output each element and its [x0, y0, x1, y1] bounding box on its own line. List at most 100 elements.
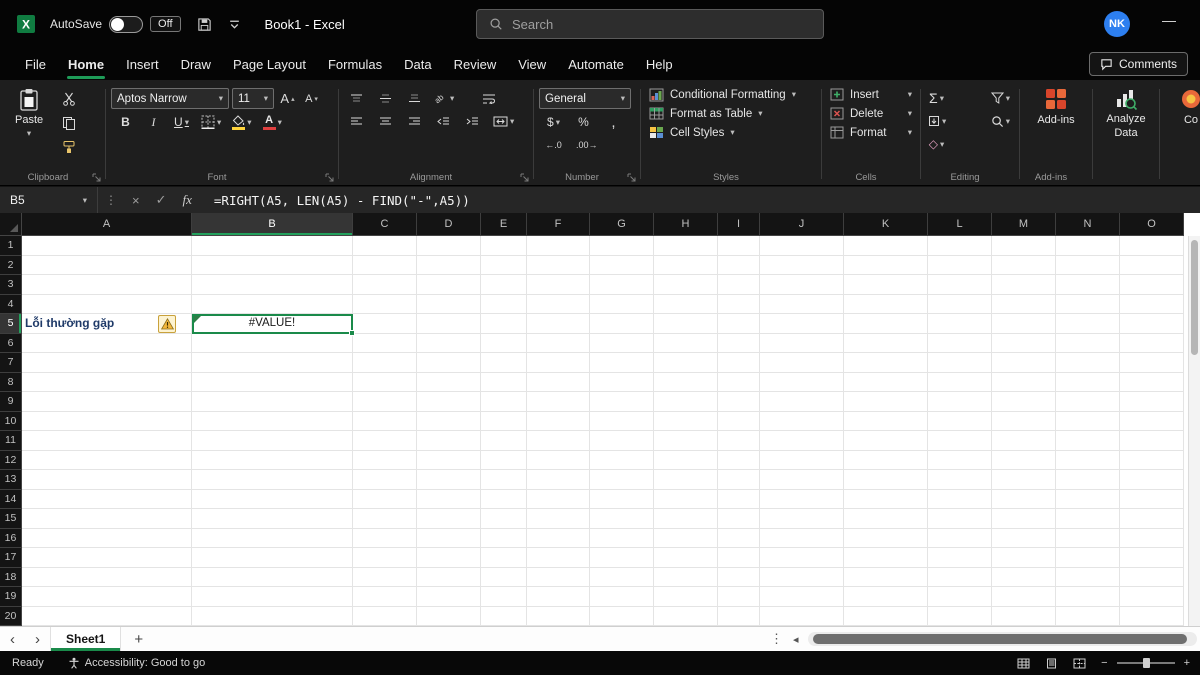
shrink-font-button[interactable]: A▾	[301, 89, 322, 109]
alignment-dialog-launcher[interactable]	[520, 173, 529, 182]
cell-J20[interactable]	[760, 607, 844, 627]
cell-E8[interactable]	[481, 373, 527, 393]
cell-J8[interactable]	[760, 373, 844, 393]
cell-M6[interactable]	[992, 334, 1056, 354]
hscroll-left-arrow[interactable]: ◂	[793, 633, 799, 646]
cell-H12[interactable]	[654, 451, 718, 471]
horizontal-scrollbar[interactable]	[808, 632, 1197, 646]
column-header-C[interactable]: C	[353, 213, 417, 236]
cell-O12[interactable]	[1120, 451, 1184, 471]
menu-item-automate[interactable]: Automate	[557, 51, 635, 78]
cell-M3[interactable]	[992, 275, 1056, 295]
cell-B15[interactable]	[192, 509, 353, 529]
cell-B2[interactable]	[192, 256, 353, 276]
cell-I9[interactable]	[718, 392, 760, 412]
cell-C1[interactable]	[353, 236, 417, 256]
cell-F7[interactable]	[527, 353, 590, 373]
column-header-I[interactable]: I	[718, 213, 760, 236]
font-dialog-launcher[interactable]	[325, 173, 334, 182]
enter-button[interactable]: ✓	[148, 192, 175, 208]
cell-A4[interactable]	[22, 295, 192, 315]
insert-function-button[interactable]: fx	[175, 192, 200, 208]
cell-N10[interactable]	[1056, 412, 1120, 432]
number-format-combo[interactable]: General▾	[539, 88, 631, 109]
cell-E16[interactable]	[481, 529, 527, 549]
cell-E19[interactable]	[481, 587, 527, 607]
column-header-D[interactable]: D	[417, 213, 481, 236]
autosum-button[interactable]: Σ▾	[926, 88, 947, 108]
cell-G8[interactable]	[590, 373, 654, 393]
cell-L15[interactable]	[928, 509, 992, 529]
cell-B16[interactable]	[192, 529, 353, 549]
cell-F20[interactable]	[527, 607, 590, 627]
save-button[interactable]	[197, 17, 212, 32]
cell-O5[interactable]	[1120, 314, 1184, 334]
cell-O8[interactable]	[1120, 373, 1184, 393]
column-header-B[interactable]: B	[192, 213, 353, 236]
cell-K16[interactable]	[844, 529, 928, 549]
column-header-O[interactable]: O	[1120, 213, 1184, 236]
cell-F16[interactable]	[527, 529, 590, 549]
cell-C5[interactable]	[353, 314, 417, 334]
cell-J12[interactable]	[760, 451, 844, 471]
cell-I12[interactable]	[718, 451, 760, 471]
cell-A16[interactable]	[22, 529, 192, 549]
delete-cells-button[interactable]: Delete▾	[827, 104, 915, 123]
cell-K14[interactable]	[844, 490, 928, 510]
column-header-A[interactable]: A	[22, 213, 192, 236]
cell-N12[interactable]	[1056, 451, 1120, 471]
menu-item-page-layout[interactable]: Page Layout	[222, 51, 317, 78]
align-bottom-button[interactable]	[404, 88, 425, 108]
cell-K15[interactable]	[844, 509, 928, 529]
align-center-button[interactable]	[375, 111, 396, 131]
increase-indent-button[interactable]	[462, 111, 483, 131]
cell-K7[interactable]	[844, 353, 928, 373]
cell-D6[interactable]	[417, 334, 481, 354]
cell-L19[interactable]	[928, 587, 992, 607]
format-as-table-button[interactable]: Format as Table▾	[646, 104, 816, 123]
copy-button[interactable]	[58, 113, 79, 133]
cell-C2[interactable]	[353, 256, 417, 276]
cell-H5[interactable]	[654, 314, 718, 334]
cell-G1[interactable]	[590, 236, 654, 256]
cell-E12[interactable]	[481, 451, 527, 471]
cell-D13[interactable]	[417, 470, 481, 490]
cell-N11[interactable]	[1056, 431, 1120, 451]
cell-J19[interactable]	[760, 587, 844, 607]
decrease-decimal-button[interactable]: .00→	[574, 135, 600, 155]
cell-E14[interactable]	[481, 490, 527, 510]
cell-B6[interactable]	[192, 334, 353, 354]
cell-E2[interactable]	[481, 256, 527, 276]
cell-H11[interactable]	[654, 431, 718, 451]
cell-G13[interactable]	[590, 470, 654, 490]
cell-N9[interactable]	[1056, 392, 1120, 412]
row-header-7[interactable]: 7	[0, 353, 22, 373]
cell-N13[interactable]	[1056, 470, 1120, 490]
cell-O4[interactable]	[1120, 295, 1184, 315]
cell-E13[interactable]	[481, 470, 527, 490]
cell-B8[interactable]	[192, 373, 353, 393]
autosave-toggle[interactable]	[109, 16, 143, 33]
cell-C4[interactable]	[353, 295, 417, 315]
menu-item-file[interactable]: File	[14, 51, 57, 78]
cell-I15[interactable]	[718, 509, 760, 529]
cell-J6[interactable]	[760, 334, 844, 354]
row-header-14[interactable]: 14	[0, 490, 22, 510]
decrease-indent-button[interactable]	[433, 111, 454, 131]
cell-A6[interactable]	[22, 334, 192, 354]
cell-G14[interactable]	[590, 490, 654, 510]
cell-A3[interactable]	[22, 275, 192, 295]
add-sheet-button[interactable]: +	[121, 631, 156, 648]
comma-style-button[interactable]: ,	[603, 112, 624, 132]
cell-O20[interactable]	[1120, 607, 1184, 627]
cell-O10[interactable]	[1120, 412, 1184, 432]
cell-C20[interactable]	[353, 607, 417, 627]
cell-O15[interactable]	[1120, 509, 1184, 529]
cell-M17[interactable]	[992, 548, 1056, 568]
align-middle-button[interactable]	[375, 88, 396, 108]
cell-H14[interactable]	[654, 490, 718, 510]
cell-I16[interactable]	[718, 529, 760, 549]
cell-B18[interactable]	[192, 568, 353, 588]
format-painter-button[interactable]	[58, 137, 79, 157]
row-header-15[interactable]: 15	[0, 509, 22, 529]
